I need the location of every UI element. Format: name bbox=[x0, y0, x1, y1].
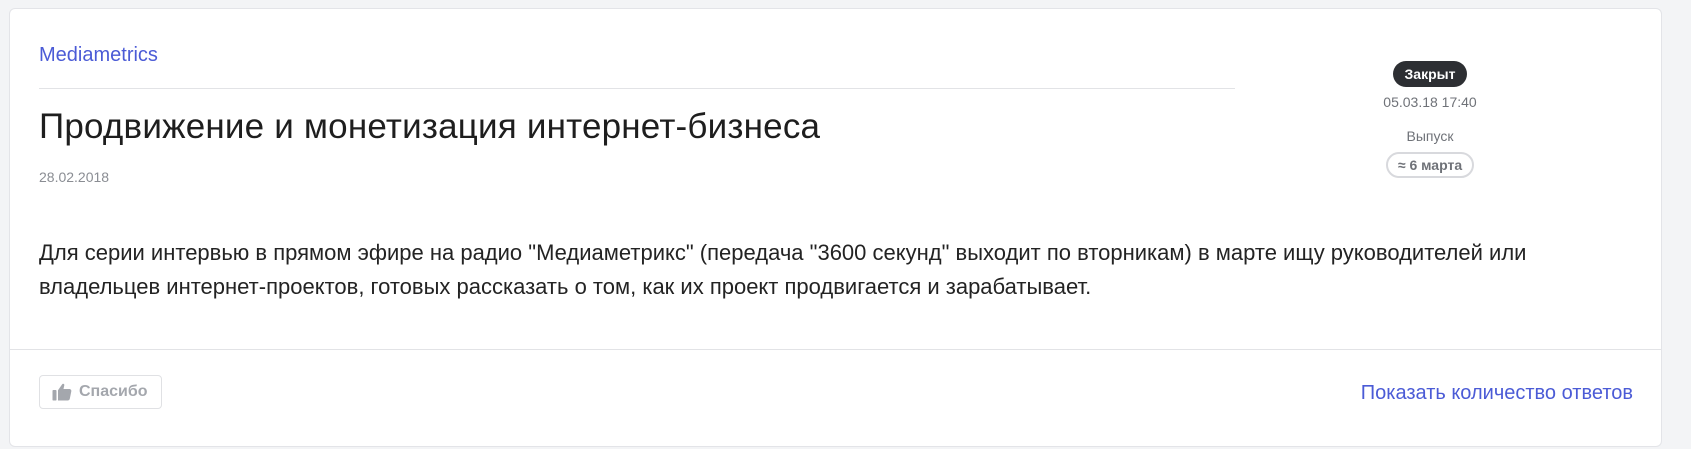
show-answers-link[interactable]: Показать количество ответов bbox=[1361, 382, 1633, 405]
release-label: Выпуск bbox=[1406, 128, 1454, 144]
request-card: Mediametrics Продвижение и монетизация и… bbox=[9, 8, 1662, 447]
closed-date: 05.03.18 17:40 bbox=[1383, 94, 1477, 110]
request-description: Для серии интервью в прямом эфире на рад… bbox=[39, 240, 1527, 299]
source-link[interactable]: Mediametrics bbox=[39, 44, 158, 67]
footer-divider bbox=[10, 349, 1661, 350]
title-divider bbox=[39, 88, 1235, 89]
status-panel: Закрыт 05.03.18 17:40 Выпуск ≈ 6 марта bbox=[1330, 61, 1530, 178]
thumbs-up-icon bbox=[52, 383, 72, 401]
status-badge: Закрыт bbox=[1392, 61, 1468, 87]
page-title: Продвижение и монетизация интернет-бизне… bbox=[39, 107, 821, 146]
release-date-pill: ≈ 6 марта bbox=[1385, 152, 1475, 178]
publish-date: 28.02.2018 bbox=[39, 169, 110, 185]
thanks-button[interactable]: Спасибо bbox=[39, 375, 162, 409]
thanks-label: Спасибо bbox=[79, 383, 148, 400]
